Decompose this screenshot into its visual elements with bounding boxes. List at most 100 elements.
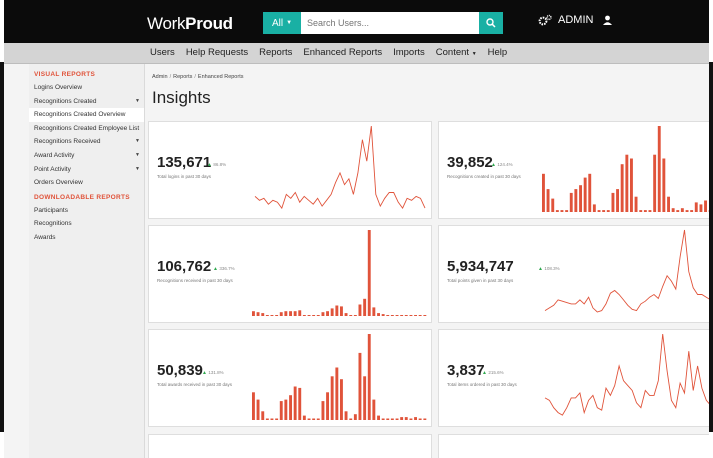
- breadcrumb-admin[interactable]: Admin: [152, 74, 168, 80]
- sidebar-item-logins-overview[interactable]: Logins Overview: [29, 81, 144, 95]
- chart-bar: [602, 210, 606, 212]
- breadcrumb-reports[interactable]: Reports: [173, 74, 192, 80]
- sidebar-item-recognitions-created[interactable]: Recognitions Created ▼: [29, 95, 144, 109]
- search-scope-label: All: [271, 17, 284, 29]
- chart-bar: [275, 315, 279, 316]
- chevron-down-icon: ▼: [135, 138, 140, 145]
- chart-bar: [546, 189, 550, 212]
- sidebar-heading-visual: VISUAL REPORTS: [34, 71, 96, 78]
- metric-delta-value: 336.7%: [219, 266, 235, 271]
- chevron-down-icon: ▼: [135, 151, 140, 158]
- chart-bar: [386, 418, 390, 420]
- chart-bar: [579, 185, 582, 212]
- nav-help[interactable]: Help: [488, 47, 508, 58]
- chart-bar: [390, 315, 394, 316]
- chart-bar: [316, 315, 320, 316]
- chart-bar: [423, 418, 427, 420]
- sidebar-item-awards[interactable]: Awards: [29, 231, 144, 245]
- chart-bar: [542, 173, 545, 212]
- chart-bar: [340, 379, 343, 420]
- chart-bar: [289, 311, 292, 316]
- logo[interactable]: WorkProud: [147, 14, 233, 34]
- nav-enhanced-reports[interactable]: Enhanced Reports: [303, 47, 382, 58]
- card-partial: [148, 434, 432, 458]
- trend-line: [254, 125, 426, 210]
- chart-bar: [349, 315, 353, 316]
- chart-bar: [252, 311, 255, 316]
- search-input[interactable]: [301, 12, 479, 34]
- chart-bar: [409, 418, 413, 420]
- metric-delta: ▲ 124.4%: [491, 162, 513, 168]
- sidebar-item-label: Recognitions Created: [34, 97, 97, 105]
- sidebar-item-label: Recognitions: [34, 220, 72, 228]
- chart-bar: [560, 210, 564, 212]
- breadcrumb-current: Enhanced Reports: [197, 74, 244, 80]
- chart-bar: [625, 154, 629, 212]
- chart-bar: [367, 334, 371, 420]
- chart-bar: [657, 126, 661, 212]
- chart-bar: [680, 208, 684, 212]
- metric-label: Total awards received in past 30 days: [157, 382, 233, 387]
- metric-label: Recognitions created in past 30 days: [447, 174, 521, 179]
- chart-bar: [279, 312, 283, 316]
- metric-card[interactable]: 135,671 ▲ 86.8% Total logins in past 30 da…: [148, 121, 432, 219]
- chart-bar: [326, 311, 329, 316]
- sidebar-item-label: Awards: [34, 233, 56, 241]
- chart-bar: [400, 315, 404, 316]
- chart-bar: [372, 399, 376, 420]
- chart-bar: [316, 418, 320, 420]
- chart-bar: [565, 210, 569, 212]
- chart-bar: [307, 418, 311, 420]
- sidebar-item-label: Participants: [34, 206, 68, 214]
- sidebar-item-participants[interactable]: Participants: [29, 204, 144, 218]
- chart-bar: [275, 418, 279, 420]
- chart-bar: [344, 411, 348, 420]
- chart-bar: [386, 315, 390, 316]
- search-button[interactable]: [479, 12, 503, 34]
- nav-imports[interactable]: Imports: [393, 47, 425, 58]
- metric-card[interactable]: 39,852 ▲ 124.4% Recognitions created in pa…: [438, 121, 709, 219]
- chevron-down-icon: ▼: [286, 20, 293, 26]
- nav-reports[interactable]: Reports: [259, 47, 292, 58]
- chart-bar: [667, 196, 670, 212]
- chart-bar: [335, 305, 339, 316]
- chart-bar: [611, 192, 615, 212]
- metric-card[interactable]: 3,837 ▲ 215.6% Total items ordered in past…: [438, 329, 709, 427]
- search-scope-dropdown[interactable]: All ▼: [263, 12, 301, 34]
- nav-content[interactable]: Content ▼: [436, 47, 477, 58]
- chart-bar: [671, 208, 675, 212]
- chart-bar: [404, 315, 408, 316]
- nav-help-requests[interactable]: Help Requests: [186, 47, 248, 58]
- device-frame-right: [709, 62, 713, 432]
- sidebar-item-recognitions-created-overview[interactable]: Recognitions Created Overview: [29, 108, 144, 122]
- chart-bar: [372, 307, 376, 316]
- admin-menu[interactable]: ADMIN: [538, 14, 613, 26]
- sidebar-item-award-activity[interactable]: Award Activity ▼: [29, 149, 144, 163]
- chart-bar: [252, 392, 255, 420]
- sidebar-item-recognitions-created-employee-list[interactable]: Recognitions Created Employee List: [29, 122, 144, 136]
- chart-bar: [694, 202, 698, 212]
- nav-users[interactable]: Users: [150, 47, 175, 58]
- metric-card[interactable]: 5,934,747 ▲ 108.3% Total points given in p…: [438, 225, 709, 323]
- chart-bar: [616, 189, 619, 212]
- chart-bar: [414, 315, 417, 316]
- sidebar-heading-downloadable: DOWNLOADABLE REPORTS: [34, 193, 130, 201]
- chart-bar: [555, 210, 559, 212]
- sidebar-item-orders-overview[interactable]: Orders Overview: [29, 176, 144, 190]
- nav-content-label: Content: [435, 47, 470, 58]
- chart-bar: [330, 376, 334, 420]
- metric-card[interactable]: 106,762 ▲ 336.7% Recognitions received in …: [148, 225, 432, 323]
- sidebar-item-point-activity[interactable]: Point Activity ▼: [29, 163, 144, 177]
- chart-bar: [606, 210, 610, 212]
- chart-bar: [551, 198, 555, 212]
- chart-bar: [363, 298, 367, 316]
- metric-card[interactable]: 50,839 ▲ 131.8% Total awards received in p…: [148, 329, 432, 427]
- sidebar-item-recognitions-received[interactable]: Recognitions Received ▼: [29, 135, 144, 149]
- chart-bar: [302, 415, 306, 420]
- chart-bar: [358, 304, 362, 316]
- chart-bar: [340, 306, 343, 316]
- chart-bar: [326, 392, 329, 420]
- chart-bar: [353, 315, 357, 316]
- sidebar-item-recognitions[interactable]: Recognitions: [29, 217, 144, 231]
- sidebar-item-label: Point Activity: [34, 165, 71, 173]
